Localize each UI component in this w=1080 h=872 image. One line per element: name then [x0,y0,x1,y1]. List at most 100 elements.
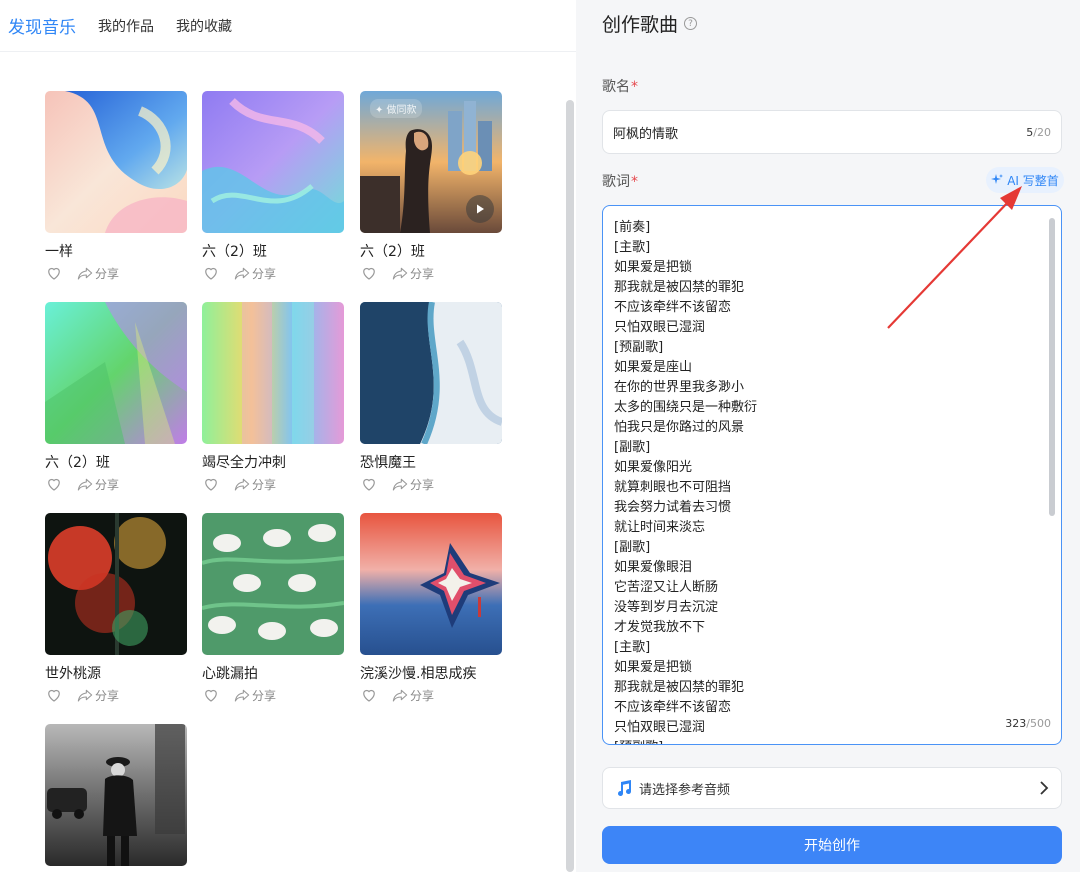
heart-icon[interactable] [202,475,220,493]
lyrics-scrollbar[interactable] [1049,218,1055,516]
share-button[interactable]: 分享 [234,265,276,282]
remix-badge[interactable]: ✦ 做同款 [370,99,422,118]
song-name-input[interactable]: 阿枫的情歌 5/20 [602,110,1062,154]
share-icon [77,478,93,491]
lyrics-text[interactable]: [前奏] [主歌] 如果爱是把锁 那我就是被囚禁的罪犯 不应该牵绊不该留恋 只怕双眼已湿润… [614,218,1041,744]
song-cover[interactable] [202,91,344,233]
song-card[interactable]: 六（2）班 分享 [45,302,187,493]
lyrics-line[interactable]: 怕我只是你路过的风景 [614,418,1041,438]
lyrics-label: 歌词* [602,171,638,191]
song-cover[interactable] [45,302,187,444]
lyrics-line[interactable]: 没等到岁月去沉淀 [614,598,1041,618]
heart-icon[interactable] [360,264,378,282]
tab-my-favorites[interactable]: 我的收藏 [176,16,232,36]
song-card[interactable]: 六（2）班 分享 [202,91,344,282]
ai-write-full-button[interactable]: AI 写整首 [986,167,1064,193]
lyrics-line[interactable]: 只怕双眼已湿润 [614,318,1041,338]
lyrics-line[interactable]: 就算刺眼也不可阻挡 [614,478,1041,498]
share-button[interactable]: 分享 [77,265,119,282]
tab-discover-music[interactable]: 发现音乐 [8,13,76,38]
song-title[interactable]: 六（2）班 [45,453,187,473]
song-cover[interactable] [202,302,344,444]
lyrics-line[interactable]: [预副歌] [614,338,1041,358]
share-icon [234,689,250,702]
lyrics-line[interactable]: 如果爱是把锁 [614,658,1041,678]
song-cover[interactable] [45,91,187,233]
song-title[interactable]: 心跳漏拍 [202,664,344,684]
lyrics-line[interactable]: [主歌] [614,638,1041,658]
feed-scrollbar[interactable] [566,100,574,872]
lyrics-line[interactable]: 在你的世界里我多渺小 [614,378,1041,398]
song-title[interactable]: 恐惧魔王 [360,453,502,473]
play-icon [477,204,484,214]
lyrics-line[interactable]: [前奏] [614,218,1041,238]
heart-icon[interactable] [202,264,220,282]
share-button[interactable]: 分享 [234,476,276,493]
lyrics-line[interactable]: 我会努力试着去习惯 [614,498,1041,518]
song-card[interactable]: 心跳漏拍 分享 [202,513,344,704]
heart-icon[interactable] [45,686,63,704]
reference-audio-select[interactable]: 请选择参考音频 [602,767,1062,809]
heart-icon[interactable] [360,686,378,704]
share-button[interactable]: 分享 [77,476,119,493]
chevron-right-icon[interactable] [1039,781,1049,795]
song-title[interactable]: 六（2）班 [202,242,344,262]
song-card[interactable]: 恐惧魔王 分享 [360,302,502,493]
song-card[interactable]: 竭尽全力冲刺 分享 [202,302,344,493]
song-cover[interactable]: ✦ 做同款 [360,91,502,233]
lyrics-line[interactable]: 如果爱像阳光 [614,458,1041,478]
share-label: 分享 [252,477,277,492]
song-card[interactable]: 浣溪沙慢.相思成疾 分享 [360,513,502,704]
lyrics-line[interactable]: 不应该牵绊不该留恋 [614,298,1041,318]
share-button[interactable]: 分享 [392,265,434,282]
song-cover[interactable] [360,513,502,655]
question-circle-icon[interactable]: ? [684,17,698,30]
lyrics-line[interactable]: 才发觉我放不下 [614,618,1041,638]
lyrics-line[interactable]: [主歌] [614,238,1041,258]
heart-icon[interactable] [45,475,63,493]
lyrics-line[interactable]: 如果爱像眼泪 [614,558,1041,578]
lyrics-line[interactable]: 不应该牵绊不该留恋 [614,698,1041,718]
lyrics-line[interactable]: 只怕双眼已湿润 [614,718,1041,738]
lyrics-line[interactable]: 它苦涩又让人断肠 [614,578,1041,598]
song-card[interactable] [45,724,187,866]
song-cover[interactable] [45,513,187,655]
song-title[interactable]: 世外桃源 [45,664,187,684]
song-actions: 分享 [45,475,187,493]
lyrics-line[interactable]: [副歌] [614,538,1041,558]
lyrics-line[interactable]: [预副歌] [614,738,1041,744]
share-button[interactable]: 分享 [234,687,276,704]
share-button[interactable]: 分享 [77,687,119,704]
required-mark: * [631,174,638,190]
heart-icon[interactable] [45,264,63,282]
lyrics-line[interactable]: 那我就是被囚禁的罪犯 [614,678,1041,698]
start-creating-button[interactable]: 开始创作 [602,826,1062,864]
song-title[interactable]: 竭尽全力冲刺 [202,453,344,473]
lyrics-line[interactable]: 如果爱是座山 [614,358,1041,378]
song-title[interactable]: 浣溪沙慢.相思成疾 [360,664,502,684]
song-title[interactable]: 六（2）班 [360,242,502,262]
share-button[interactable]: 分享 [392,687,434,704]
share-label: 分享 [410,688,435,703]
song-cover[interactable] [360,302,502,444]
lyrics-char-count: 323/500 [1005,717,1051,730]
heart-icon[interactable] [202,686,220,704]
song-title[interactable]: 一样 [45,242,187,262]
song-cover[interactable] [45,724,187,866]
share-button[interactable]: 分享 [392,476,434,493]
lyrics-line[interactable]: [副歌] [614,438,1041,458]
song-card[interactable]: ✦ 做同款 六（2）班 分享 [360,91,502,282]
song-card[interactable]: 一样 分享 [45,91,187,282]
lyrics-line[interactable]: 如果爱是把锁 [614,258,1041,278]
share-icon [234,478,250,491]
play-button[interactable] [466,195,494,223]
song-name-value[interactable]: 阿枫的情歌 [613,123,678,142]
song-card[interactable]: 世外桃源 分享 [45,513,187,704]
heart-icon[interactable] [360,475,378,493]
song-cover[interactable] [202,513,344,655]
lyrics-textarea[interactable]: [前奏] [主歌] 如果爱是把锁 那我就是被囚禁的罪犯 不应该牵绊不该留恋 只怕双眼已湿润… [602,205,1062,745]
lyrics-line[interactable]: 太多的围绕只是一种敷衍 [614,398,1041,418]
tab-my-works[interactable]: 我的作品 [98,16,154,36]
lyrics-line[interactable]: 就让时间来淡忘 [614,518,1041,538]
lyrics-line[interactable]: 那我就是被囚禁的罪犯 [614,278,1041,298]
